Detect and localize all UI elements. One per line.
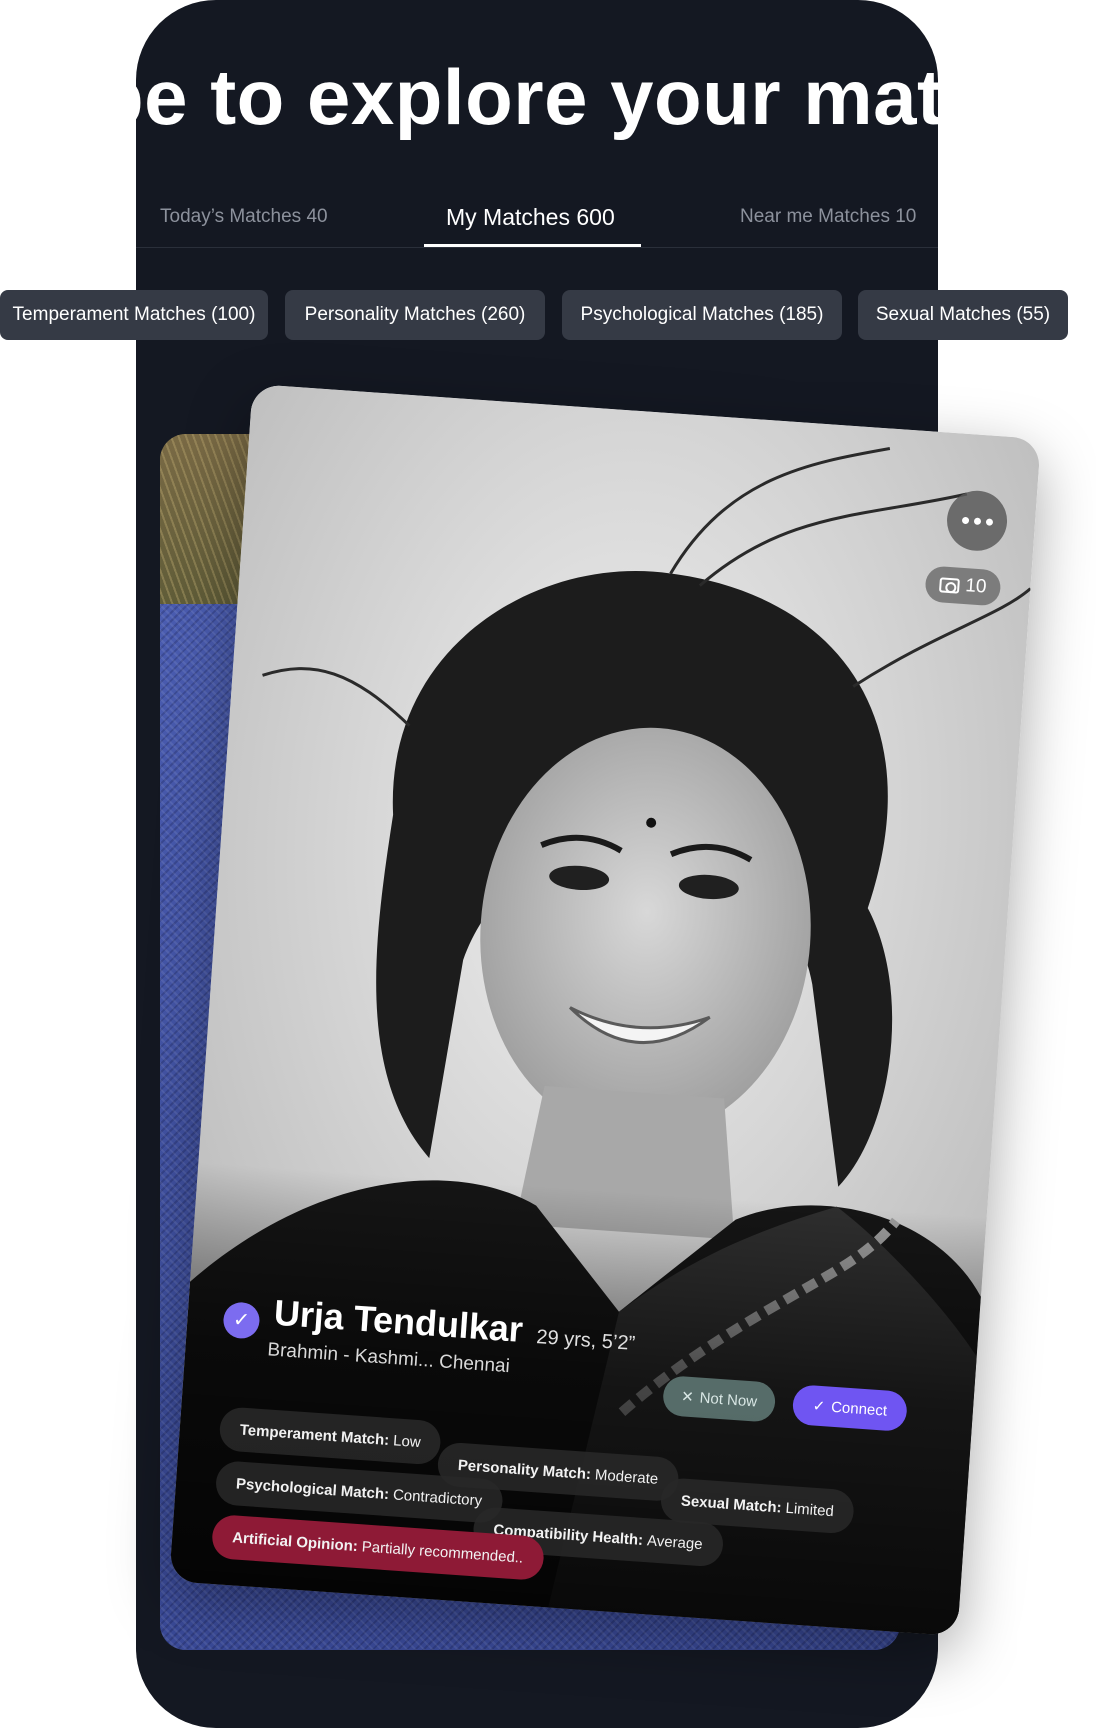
profile-card[interactable]: 10 ✓ Urja Tendulkar 29 yrs, 5’2” Brahmin…	[169, 383, 1041, 1637]
connect-label: Connect	[830, 1398, 888, 1420]
active-tab-indicator	[424, 244, 641, 247]
dot-icon	[985, 517, 993, 526]
close-icon: ✕	[680, 1388, 695, 1407]
chip-psychological[interactable]: Psychological Matches (185)	[562, 290, 842, 340]
dot-icon	[973, 517, 981, 525]
page-headline: pe to explore your matc	[136, 53, 938, 141]
tab-near-me-matches[interactable]: Near me Matches 10	[740, 206, 916, 228]
check-icon: ✓	[812, 1397, 826, 1416]
chip-sexual[interactable]: Sexual Matches (55)	[858, 290, 1068, 340]
dot-icon	[961, 516, 969, 524]
match-tabs: Today’s Matches 40 My Matches 600 Near m…	[136, 190, 938, 248]
photo-count: 10	[964, 575, 988, 598]
verified-badge-icon: ✓	[222, 1300, 261, 1340]
chip-personality[interactable]: Personality Matches (260)	[285, 290, 545, 340]
chip-temperament[interactable]: Temperament Matches (100)	[0, 290, 268, 340]
connect-button[interactable]: ✓ Connect	[791, 1384, 909, 1432]
profile-age-height: 29 yrs, 5’2”	[535, 1326, 636, 1355]
photo-count-badge[interactable]: 10	[924, 565, 1002, 607]
filter-chips: Temperament Matches (100) Personality Ma…	[0, 290, 1096, 342]
camera-icon	[938, 576, 960, 594]
not-now-button[interactable]: ✕ Not Now	[661, 1375, 777, 1423]
tab-todays-matches[interactable]: Today’s Matches 40	[160, 206, 328, 228]
not-now-label: Not Now	[699, 1389, 758, 1411]
tab-my-matches[interactable]: My Matches 600	[446, 204, 615, 231]
